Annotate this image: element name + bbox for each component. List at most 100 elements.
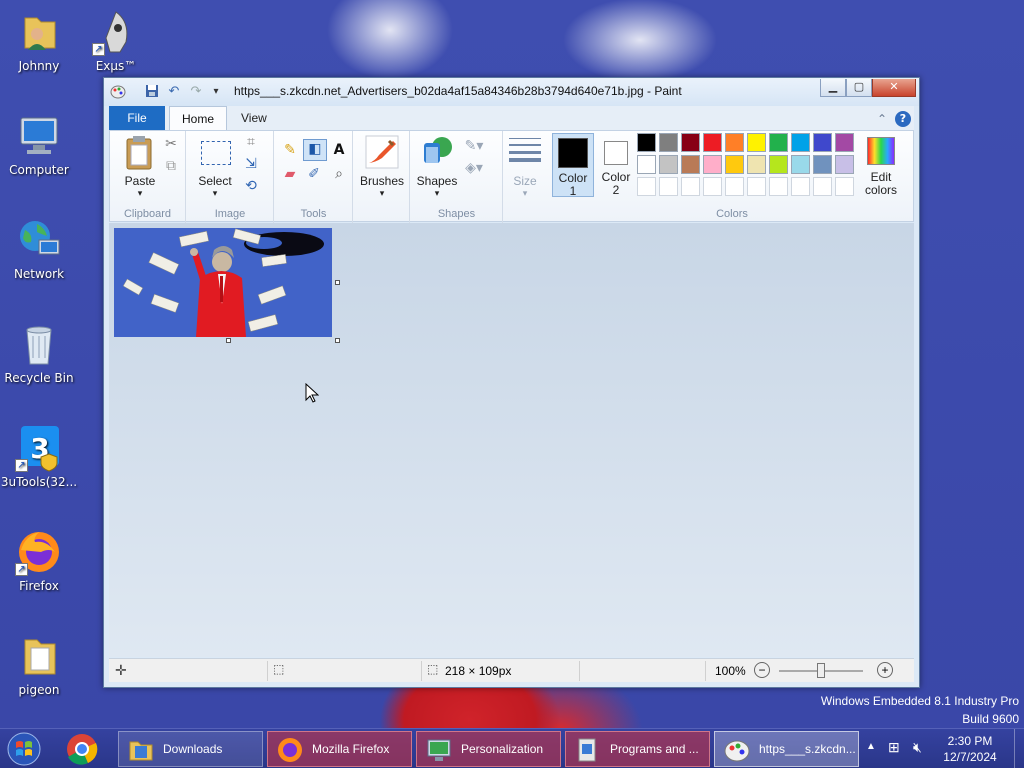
desktop-icon-recycle-bin[interactable]: Recycle Bin: [0, 320, 78, 386]
palette-swatch[interactable]: [725, 155, 744, 174]
palette-swatch[interactable]: [747, 133, 766, 152]
rotate-icon[interactable]: ⟲: [242, 177, 260, 195]
fill-icon[interactable]: ◧: [303, 139, 327, 161]
show-hidden-icons-icon[interactable]: ▲: [866, 741, 876, 752]
customize-quick-access-icon[interactable]: ▾: [208, 84, 224, 100]
maximize-button[interactable]: ▢: [846, 79, 872, 97]
color2-button[interactable]: Color 2: [596, 133, 636, 197]
zoom-out-icon[interactable]: −: [754, 662, 770, 678]
minimize-ribbon-icon[interactable]: ⌃: [874, 111, 890, 127]
desktop-icon-pigeon[interactable]: pigeon: [0, 632, 78, 698]
palette-swatch[interactable]: [791, 133, 810, 152]
redo-icon[interactable]: ↷: [188, 84, 204, 100]
taskbar-item-firefox[interactable]: Mozilla Firefox: [267, 731, 412, 767]
canvas-area[interactable]: [109, 223, 914, 657]
color1-button[interactable]: Color 1: [552, 133, 594, 198]
zoom-slider-thumb[interactable]: [817, 663, 825, 678]
cut-icon[interactable]: ✂: [162, 135, 180, 153]
desktop-icon-3utools[interactable]: 3 ↗ 3uTools(32...: [0, 424, 78, 490]
magnifier-icon[interactable]: ⌕: [330, 165, 348, 183]
custom-color-slot[interactable]: [681, 177, 700, 196]
tab-home[interactable]: Home: [169, 106, 228, 130]
zoom-in-icon[interactable]: +: [877, 662, 893, 678]
paste-button[interactable]: Paste ▾: [120, 135, 160, 198]
select-dropdown-icon: ▾: [212, 188, 218, 198]
tab-view[interactable]: View: [229, 106, 279, 130]
desktop-icon-johnny[interactable]: Johnny: [0, 8, 78, 74]
crop-icon[interactable]: ⌗: [242, 133, 260, 151]
start-button[interactable]: [6, 731, 46, 767]
custom-color-slot[interactable]: [791, 177, 810, 196]
advertiser-image: [114, 228, 332, 337]
brushes-dropdown-icon: ▾: [379, 188, 385, 198]
palette-swatch[interactable]: [769, 155, 788, 174]
resize-handle-right[interactable]: [335, 280, 340, 285]
palette-swatch[interactable]: [659, 155, 678, 174]
palette-swatch[interactable]: [791, 155, 810, 174]
taskbar-item-personalization[interactable]: Personalization: [416, 731, 561, 767]
custom-color-slot[interactable]: [703, 177, 722, 196]
desktop-icon-computer[interactable]: Computer: [0, 112, 78, 178]
clock[interactable]: 2:30 PM 12/7/2024: [935, 733, 1005, 765]
taskbar-item-paint[interactable]: https___s.zkcdn...: [714, 731, 859, 767]
desktop-icon-firefox[interactable]: ↗ Firefox: [0, 528, 78, 594]
custom-color-slot[interactable]: [813, 177, 832, 196]
palette-swatch[interactable]: [681, 155, 700, 174]
custom-color-slot[interactable]: [769, 177, 788, 196]
network-tray-icon[interactable]: ⊞: [888, 739, 900, 756]
resize-handle-bottom[interactable]: [226, 338, 231, 343]
select-button[interactable]: Select ▾: [193, 135, 237, 198]
show-desktop-button[interactable]: [1014, 729, 1024, 768]
palette-swatch[interactable]: [637, 133, 656, 152]
zoom-level: 100%: [715, 664, 746, 678]
eraser-icon[interactable]: ▰: [281, 165, 299, 183]
color-picker-icon[interactable]: ✐: [305, 165, 323, 183]
save-icon[interactable]: [144, 84, 160, 100]
paint-app-icon[interactable]: [110, 84, 126, 100]
taskbar-item-programs[interactable]: Programs and ...: [565, 731, 710, 767]
palette-swatch[interactable]: [637, 155, 656, 174]
edit-colors-button[interactable]: Edit colors: [859, 133, 901, 197]
copy-icon[interactable]: ⧉: [162, 157, 180, 175]
brushes-button[interactable]: Brushes ▾: [356, 135, 408, 198]
chrome-icon: [67, 734, 98, 765]
zoom-slider[interactable]: [779, 663, 863, 678]
palette-swatch[interactable]: [681, 133, 700, 152]
palette-swatch[interactable]: [769, 133, 788, 152]
custom-color-slot[interactable]: [747, 177, 766, 196]
taskbar-item-downloads[interactable]: Downloads: [118, 731, 263, 767]
size-button[interactable]: Size ▾: [506, 135, 544, 198]
undo-icon[interactable]: ↶: [166, 84, 182, 100]
pencil-icon[interactable]: ✎: [281, 141, 299, 159]
desktop-icon-exus[interactable]: ↗ Exµs™: [77, 8, 155, 74]
palette-swatch[interactable]: [725, 133, 744, 152]
help-icon[interactable]: ?: [895, 111, 911, 127]
tab-file[interactable]: File: [109, 106, 165, 130]
close-button[interactable]: ✕: [872, 79, 916, 97]
outline-icon[interactable]: ✎▾: [461, 137, 487, 155]
palette-swatch[interactable]: [813, 155, 832, 174]
palette-swatch[interactable]: [813, 133, 832, 152]
personalization-icon: [427, 739, 451, 761]
custom-color-slot[interactable]: [637, 177, 656, 196]
text-icon[interactable]: A: [330, 141, 348, 159]
palette-swatch[interactable]: [747, 155, 766, 174]
desktop-icon-network[interactable]: Network: [0, 216, 78, 282]
fill-shape-icon[interactable]: ◈▾: [461, 159, 487, 177]
minimize-button[interactable]: ▁: [820, 79, 846, 97]
custom-color-slot[interactable]: [835, 177, 854, 196]
volume-muted-icon[interactable]: 🔇︎: [913, 739, 922, 756]
resize-handle-corner[interactable]: [335, 338, 340, 343]
palette-swatch[interactable]: [835, 133, 854, 152]
shapes-button[interactable]: Shapes ▾: [415, 135, 459, 198]
palette-swatch[interactable]: [659, 133, 678, 152]
palette-swatch[interactable]: [703, 155, 722, 174]
title-bar[interactable]: ↶ ↷ ▾ https___s.zkcdn.net_Advertisers_b0…: [104, 78, 919, 106]
custom-color-slot[interactable]: [659, 177, 678, 196]
resize-icon[interactable]: ⇲: [242, 155, 260, 173]
chrome-taskbar-button[interactable]: [64, 731, 104, 767]
image-canvas[interactable]: [114, 228, 332, 337]
palette-swatch[interactable]: [835, 155, 854, 174]
custom-color-slot[interactable]: [725, 177, 744, 196]
palette-swatch[interactable]: [703, 133, 722, 152]
